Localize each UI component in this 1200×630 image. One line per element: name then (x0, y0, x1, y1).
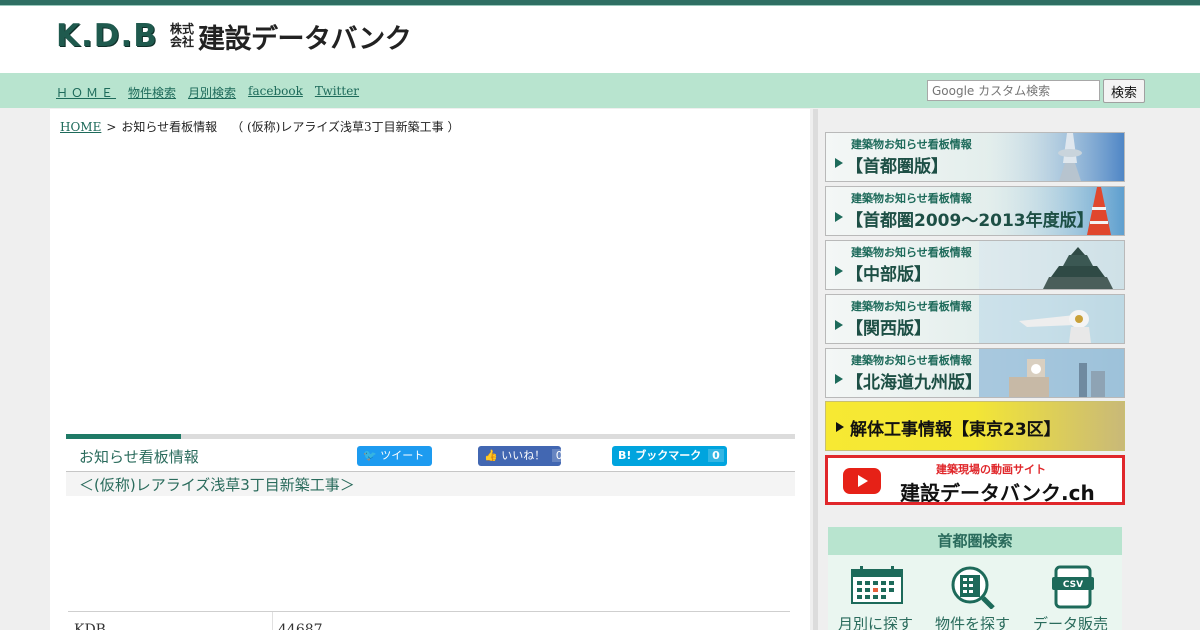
play-arrow-icon (835, 212, 843, 222)
banner-shutoken-2009-2013[interactable]: 建築物お知らせ看板情報 【首都圏2009〜2013年度版】 (825, 186, 1125, 236)
banner-demolition[interactable]: 解体工事情報【東京23区】 (825, 401, 1125, 451)
nav-facebook-link[interactable]: facebook (248, 84, 303, 101)
tweet-button[interactable]: 🐦 ツイート (357, 446, 432, 466)
notice-title: お知らせ看板情報 (79, 448, 199, 466)
play-arrow-icon (835, 158, 843, 168)
site-search-input[interactable] (927, 80, 1100, 101)
nav-monthly-search-link[interactable]: 月別検索 (188, 84, 236, 101)
data-sales-label: データ販売 (1033, 615, 1109, 630)
nav-property-search-link[interactable]: 物件検索 (128, 84, 176, 101)
notice-header: お知らせ看板情報 🐦 ツイート 👍 いいね！ 0 B! ブックマーク 0 (66, 439, 795, 472)
skytree-image (979, 133, 1124, 181)
banner-kansai[interactable]: 建築物お知らせ看板情報 【関西版】 (825, 294, 1125, 344)
breadcrumb-home-link[interactable]: HOME (60, 120, 101, 134)
play-arrow-icon (835, 320, 843, 330)
site-search-button[interactable]: 検索 (1103, 79, 1145, 103)
nagoya-castle-image (979, 241, 1124, 289)
site-logo[interactable]: K.D.B 株式 会社 建設データバンク (56, 18, 412, 55)
tower-of-sun-image (979, 295, 1124, 343)
notice-section: お知らせ看板情報 🐦 ツイート 👍 いいね！ 0 B! ブックマーク 0 ＜(仮… (66, 434, 795, 496)
banner-shutoken[interactable]: 建築物お知らせ看板情報 【首都圏版】 (825, 132, 1125, 182)
search-property-label: 物件を探す (935, 615, 1011, 630)
breadcrumb-separator: > (106, 120, 117, 134)
banner-hokkaido-kyushu[interactable]: 建築物お知らせ看板情報 【北海道九州版】 (825, 348, 1125, 398)
table-cell-label: KDB (74, 622, 106, 630)
thumbs-up-icon: 👍 (484, 449, 498, 462)
search-panel-title: 首都圏検索 (828, 527, 1122, 555)
play-arrow-icon (835, 266, 843, 276)
youtube-play-icon (843, 468, 881, 494)
nav-twitter-link[interactable]: Twitter (315, 84, 359, 101)
table-cell-value: 44687 (278, 622, 323, 630)
search-property-link[interactable] (928, 565, 1022, 609)
building-search-icon (951, 566, 995, 609)
nav-home-link[interactable]: ＨＯＭＥ (56, 84, 116, 101)
detail-table: KDB 44687 (68, 611, 790, 630)
like-count: 0 (551, 449, 567, 462)
logo-company-name: 建設データバンク (197, 23, 412, 55)
breadcrumb-section: お知らせ看板情報 (121, 120, 218, 134)
calendar-icon (851, 566, 903, 604)
banner-youtube-channel[interactable]: 建築現場の動画サイト 建設データバンク.ch (825, 455, 1125, 505)
table-column-divider (272, 612, 273, 630)
hatena-bookmark-button[interactable]: B! ブックマーク 0 (612, 446, 727, 466)
search-by-month-label: 月別に探す (838, 615, 914, 630)
play-arrow-icon (836, 422, 844, 432)
column-divider (813, 109, 818, 630)
logo-kabushiki: 株式 会社 (169, 22, 194, 49)
project-name: ＜(仮称)レアライズ浅草3丁目新築工事＞ (66, 472, 795, 496)
main-content: HOME > お知らせ看板情報 （ (仮称)レアライズ浅草3丁目新築工事 ） お知らせ… (50, 109, 810, 630)
search-by-month-link[interactable] (830, 565, 924, 605)
breadcrumb: HOME > お知らせ看板情報 （ (仮称)レアライズ浅草3丁目新築工事 ） (60, 118, 459, 135)
csv-file-icon: CSV (1052, 565, 1094, 609)
bookmark-count: 0 (708, 449, 724, 462)
logo-mark: K.D.B (56, 18, 158, 54)
site-header: K.D.B 株式 会社 建設データバンク (0, 6, 1200, 73)
banner-chubu[interactable]: 建築物お知らせ看板情報 【中部版】 (825, 240, 1125, 290)
data-sales-link[interactable]: CSV (1026, 565, 1120, 609)
breadcrumb-current: （ (仮称)レアライズ浅草3丁目新築工事 ） (231, 120, 460, 134)
facebook-like-button[interactable]: 👍 いいね！ 0 (478, 446, 567, 466)
svg-text:CSV: CSV (1063, 580, 1083, 590)
twitter-bird-icon: 🐦 (363, 449, 377, 462)
play-arrow-icon (835, 374, 843, 384)
clock-tower-image (979, 349, 1124, 397)
